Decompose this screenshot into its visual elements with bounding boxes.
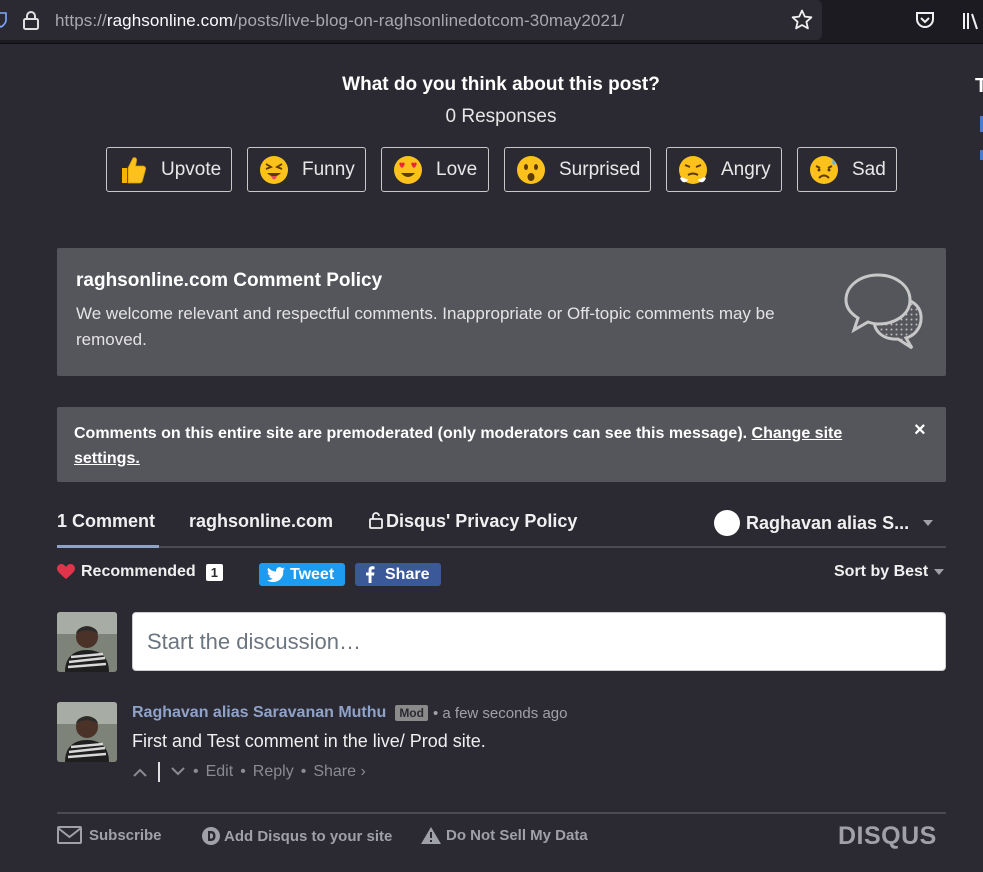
reaction-upvote-button[interactable]: Upvote <box>106 147 232 192</box>
disqus-d-icon <box>202 827 220 845</box>
envelope-icon <box>57 826 82 844</box>
premod-text: Comments on this entire site are premode… <box>74 421 874 471</box>
user-photo-icon <box>57 702 117 762</box>
reaction-surprised-button[interactable]: Surprised <box>504 147 651 192</box>
library-icon[interactable] <box>961 10 983 32</box>
heart-eyes-emoji-icon <box>394 155 422 184</box>
do-not-sell-link[interactable]: Do Not Sell My Data <box>420 826 588 845</box>
tab-privacy-policy[interactable]: Disqus' Privacy Policy <box>369 511 577 532</box>
reaction-label: Sad <box>852 158 886 180</box>
do-not-sell-label: Do Not Sell My Data <box>446 827 588 844</box>
url-bar[interactable]: https://raghsonline.com/posts/live-blog-… <box>0 0 822 40</box>
url-host: raghsonline.com <box>106 11 234 30</box>
dot-separator: • <box>240 763 246 780</box>
comment-body: First and Test comment in the live/ Prod… <box>132 731 486 751</box>
browser-toolbar: https://raghsonline.com/posts/live-blog-… <box>0 0 983 44</box>
reaction-angry-button[interactable]: Angry <box>666 147 782 192</box>
pocket-icon[interactable] <box>914 9 936 31</box>
comment-policy-box: raghsonline.com Comment Policy We welcom… <box>57 248 946 376</box>
premod-message: Comments on this entire site are premode… <box>74 425 752 442</box>
policy-title: raghsonline.com Comment Policy <box>76 270 383 291</box>
recommend-count: 1 <box>205 563 223 581</box>
edit-link[interactable]: Edit <box>206 763 234 781</box>
heart-icon <box>57 564 75 579</box>
premoderation-notice: Comments on this entire site are premode… <box>57 407 946 482</box>
url-text[interactable]: https://raghsonline.com/posts/live-blog-… <box>55 11 624 31</box>
tab-comments[interactable]: 1 Comment <box>57 511 155 532</box>
reply-link[interactable]: Reply <box>253 763 294 781</box>
reaction-love-button[interactable]: Love <box>381 147 489 192</box>
warning-icon <box>421 827 441 844</box>
reaction-label: Funny <box>302 158 355 180</box>
recommend-label: Recommended <box>81 563 196 580</box>
sort-label: Sort by Best <box>834 563 929 580</box>
chevron-down-icon <box>934 569 945 575</box>
user-menu[interactable]: Raghavan alias S... <box>714 510 934 536</box>
squinting-tongue-emoji-icon <box>260 155 288 184</box>
tweet-label: Tweet <box>290 565 335 583</box>
upvote-chevron-icon[interactable] <box>132 767 148 777</box>
astonished-emoji-icon <box>517 155 545 184</box>
comment-avatar[interactable] <box>57 702 117 762</box>
downvote-chevron-icon[interactable] <box>170 767 186 777</box>
disqus-logo[interactable]: DISQUS <box>838 822 937 851</box>
lock-icon[interactable] <box>22 10 40 30</box>
composer-avatar[interactable] <box>57 612 117 672</box>
facebook-icon <box>366 566 375 583</box>
active-tab-indicator <box>57 545 159 548</box>
tracking-shield-icon[interactable] <box>0 12 8 28</box>
add-disqus-label: Add Disqus to your site <box>224 827 393 845</box>
subscribe-label: Subscribe <box>89 826 162 844</box>
dot-separator: • <box>300 763 307 780</box>
comment-author-link[interactable]: Raghavan alias Saravanan Muthu <box>132 704 386 722</box>
padlock-icon <box>369 512 383 529</box>
sort-dropdown[interactable]: Sort by Best <box>834 563 945 581</box>
tab-site[interactable]: raghsonline.com <box>189 511 333 532</box>
twitter-icon <box>267 567 285 582</box>
reaction-label: Angry <box>721 158 771 180</box>
add-disqus-link[interactable]: Add Disqus to your site <box>201 826 392 846</box>
comment-actions: • Edit • Reply • Share › <box>132 762 366 782</box>
comment-timestamp[interactable]: • a few seconds ago <box>433 705 568 722</box>
reaction-label: Upvote <box>161 158 222 180</box>
mod-badge: Mod <box>395 705 428 721</box>
bookmark-star-icon[interactable] <box>790 8 814 32</box>
speech-bubbles-icon <box>844 273 923 350</box>
url-prefix: https:// <box>55 11 107 30</box>
dot-separator: • <box>193 763 199 780</box>
tab-privacy-label: Disqus' Privacy Policy <box>386 511 578 531</box>
subscribe-link[interactable]: Subscribe <box>57 826 162 844</box>
comment-input[interactable] <box>132 612 946 671</box>
reactions-title: What do you think about this post? <box>342 74 660 95</box>
reaction-funny-button[interactable]: Funny <box>247 147 366 192</box>
reaction-label: Love <box>436 158 478 180</box>
disqus-footer: Subscribe Add Disqus to your site Do Not… <box>57 812 946 872</box>
recommend-button[interactable]: Recommended 1 <box>57 563 223 581</box>
url-path: /posts/live-blog-on-raghsonlinedotcom-30… <box>233 11 625 30</box>
vote-divider <box>158 762 160 782</box>
comments-nav: 1 Comment raghsonline.com Disqus' Privac… <box>57 505 946 548</box>
policy-text: We welcome relevant and respectful comme… <box>76 304 775 349</box>
user-photo-icon <box>57 612 117 672</box>
thumbs-up-emoji-icon <box>122 156 147 183</box>
steam-nose-emoji-icon <box>679 155 707 184</box>
user-menu-label: Raghavan alias S... <box>746 512 910 533</box>
share-link[interactable]: Share › <box>313 763 365 781</box>
chevron-down-icon <box>923 520 934 526</box>
tweet-button[interactable]: Tweet <box>259 563 345 586</box>
comment-header: Raghavan alias Saravanan Muthu Mod • a f… <box>132 704 567 722</box>
sad-sweat-emoji-icon <box>810 155 838 184</box>
reaction-sad-button[interactable]: Sad <box>797 147 897 192</box>
close-icon[interactable]: × <box>914 419 926 442</box>
reaction-label: Surprised <box>559 158 641 180</box>
user-avatar-icon <box>714 510 740 536</box>
facebook-share-button[interactable]: Share <box>355 563 441 586</box>
reactions-count: 0 Responses <box>445 106 557 127</box>
share-label: Share <box>385 565 430 583</box>
